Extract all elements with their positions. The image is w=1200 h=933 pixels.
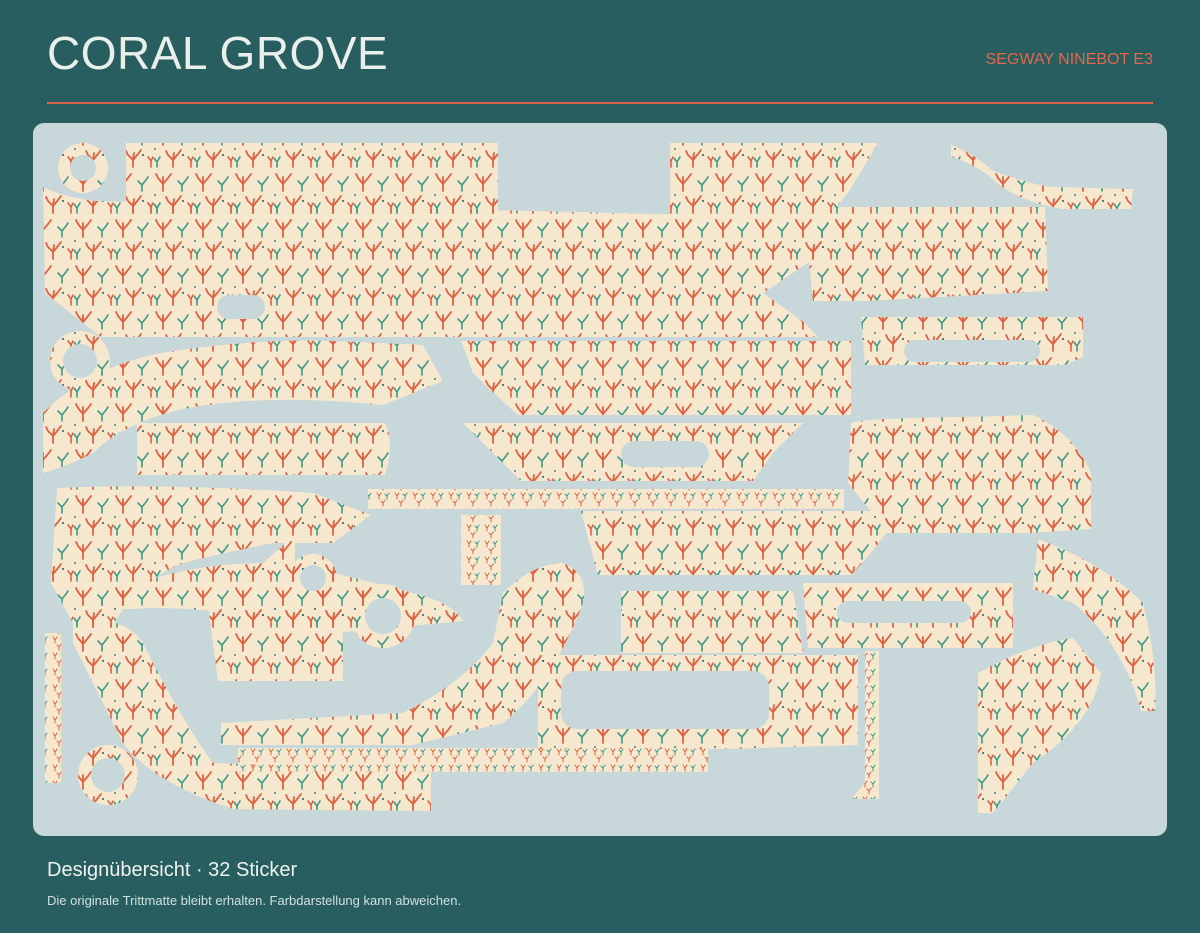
- cutout-ring-bottom: [91, 758, 125, 792]
- sticker-thin-band: [368, 489, 844, 509]
- sticker-right-lower-block: [621, 591, 803, 653]
- sticker-center-lower-block: [581, 511, 903, 575]
- sticker-small-vertical: [461, 515, 501, 585]
- disclaimer-note: Die originale Trittmatte bleibt erhalten…: [47, 893, 462, 908]
- cutout-ring-top-left: [70, 155, 96, 181]
- cutout-ring-medium: [365, 598, 401, 634]
- scooter-model-label: SEGWAY NINEBOT E3: [985, 51, 1153, 68]
- sticker-left-thin-vertical: [45, 633, 61, 783]
- cutout-center-slot: [621, 441, 709, 467]
- sticker-bottom-right-wedge: [978, 638, 1101, 813]
- sticker-left-middle-strip: [137, 423, 390, 475]
- cutout-ring-small: [300, 565, 326, 591]
- cutout-lower-frame-window: [561, 671, 769, 729]
- sticker-bottom-thin-band: [238, 748, 708, 772]
- sticker-sheet: [33, 123, 1167, 836]
- sticker-right-upper-block: [807, 207, 1048, 301]
- sticker-layout: [43, 143, 1156, 813]
- design-overview-label: Designübersicht · 32 Sticker: [47, 859, 298, 881]
- sticker-top-right-slant: [951, 145, 1133, 209]
- cutout-lower-strip-slot: [837, 601, 971, 623]
- sticker-center-band: [461, 341, 851, 415]
- design-title: CORAL GROVE: [47, 27, 389, 79]
- sticker-left-bottom-strip: [208, 605, 343, 681]
- cutout-ring-left-middle: [63, 344, 97, 378]
- header-divider: [47, 102, 1153, 104]
- cutout-deck-slot: [217, 295, 265, 319]
- cutout-right-strip-slot: [904, 340, 1040, 362]
